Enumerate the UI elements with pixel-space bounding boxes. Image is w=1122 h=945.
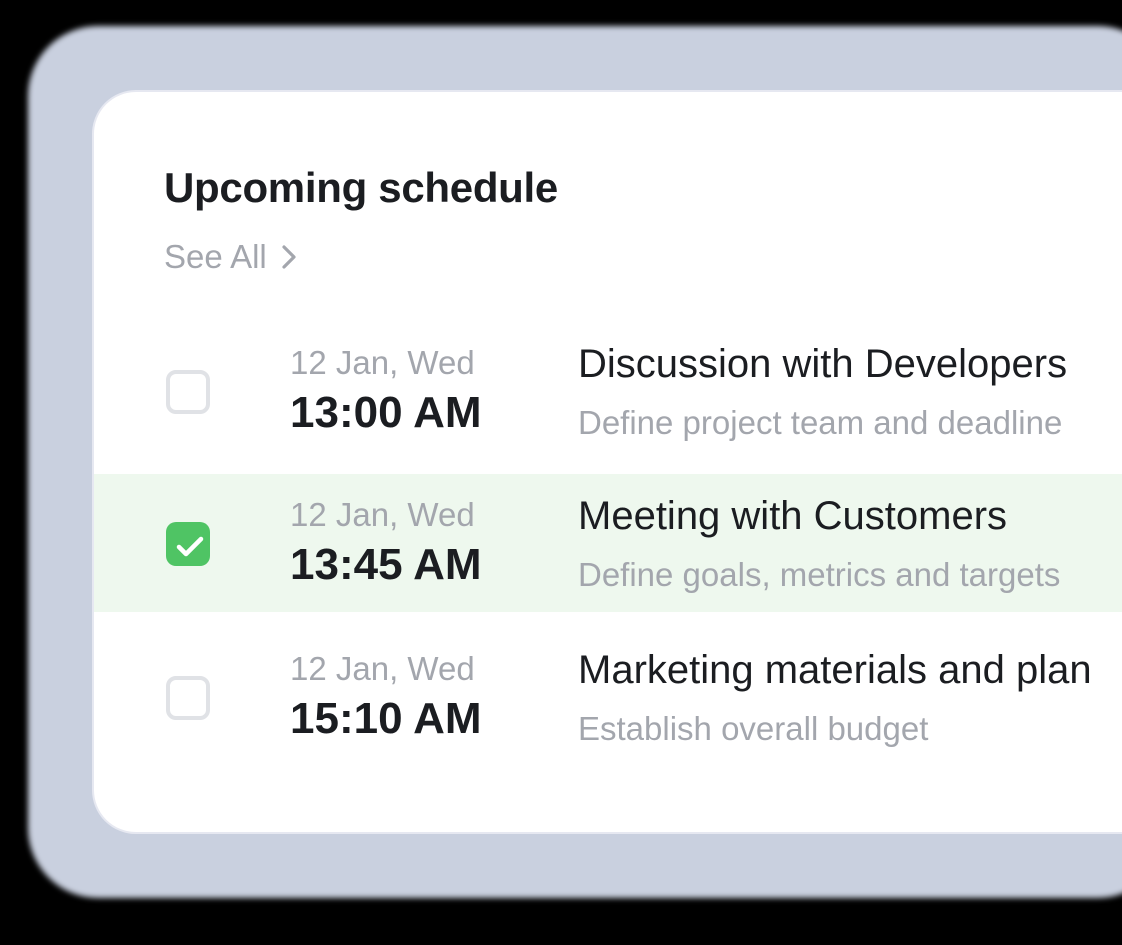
checkmark-icon: [176, 536, 204, 557]
task-checkbox[interactable]: [166, 522, 210, 566]
schedule-row[interactable]: 12 Jan, Wed 15:10 AM Marketing materials…: [94, 628, 1122, 766]
chevron-right-icon: [281, 244, 297, 270]
see-all-label: See All: [164, 238, 267, 275]
task-description: Define project team and deadline: [578, 404, 1063, 441]
upcoming-schedule-card: Upcoming schedule See All 12 Jan, Wed 13…: [92, 90, 1122, 834]
row-time: 13:00 AM: [290, 388, 482, 437]
task-title: Meeting with Customers: [578, 494, 1008, 538]
task-checkbox[interactable]: [166, 370, 210, 414]
task-description: Establish overall budget: [578, 710, 929, 747]
row-date: 12 Jan, Wed: [290, 650, 475, 687]
task-description: Define goals, metrics and targets: [578, 556, 1061, 593]
task-title: Discussion with Developers: [578, 342, 1068, 386]
row-date: 12 Jan, Wed: [290, 344, 475, 381]
task-title: Marketing materials and plan: [578, 648, 1092, 692]
task-checkbox[interactable]: [166, 676, 210, 720]
row-time: 13:45 AM: [290, 540, 482, 589]
schedule-row[interactable]: 12 Jan, Wed 13:00 AM Discussion with Dev…: [94, 322, 1122, 460]
card-title: Upcoming schedule: [164, 164, 558, 211]
screen: Upcoming schedule See All 12 Jan, Wed 13…: [0, 0, 1122, 945]
schedule-row[interactable]: 12 Jan, Wed 13:45 AM Meeting with Custom…: [94, 474, 1122, 612]
see-all-link[interactable]: See All: [164, 238, 297, 276]
row-date: 12 Jan, Wed: [290, 496, 475, 533]
row-time: 15:10 AM: [290, 694, 482, 743]
